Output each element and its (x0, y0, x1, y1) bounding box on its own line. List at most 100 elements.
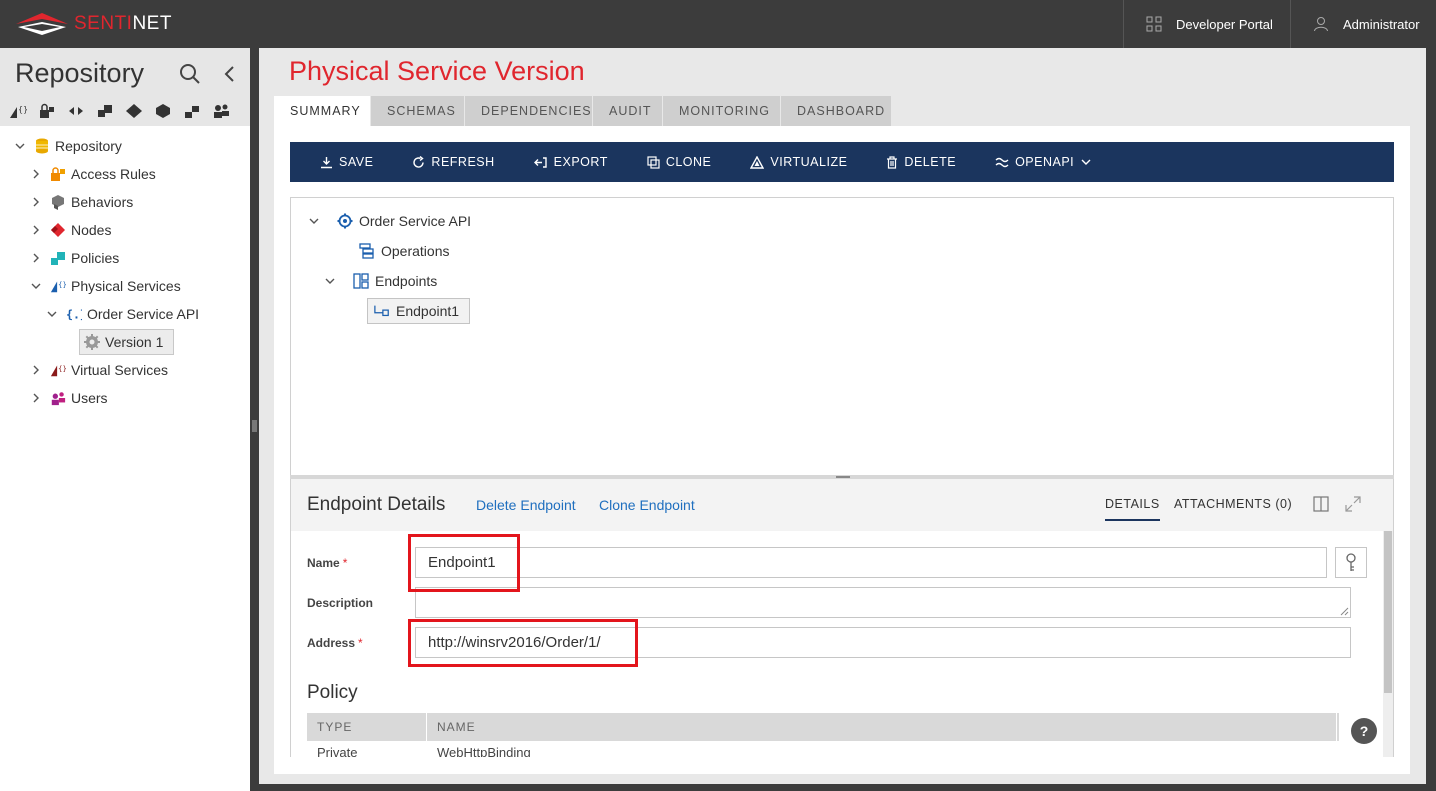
tree-item-label: Version 1 (105, 334, 164, 350)
description-field[interactable] (415, 587, 1351, 618)
refresh-button[interactable]: REFRESH (412, 155, 494, 169)
delete-button[interactable]: DELETE (886, 155, 956, 169)
tree-item-physical-services[interactable]: {} Physical Services (28, 274, 181, 298)
svg-text:{.}: {.} (66, 307, 82, 321)
description-label: Description (307, 596, 374, 610)
tree-item-label: Repository (55, 138, 122, 154)
save-button[interactable]: SAVE (320, 155, 373, 169)
clone-button[interactable]: CLONE (647, 155, 712, 169)
tree-item-behaviors[interactable]: Behaviors (28, 190, 133, 214)
gear-icon (337, 213, 353, 229)
repository-sidebar: Repository {} Repository Access Rules (0, 48, 250, 791)
developer-portal-label: Developer Portal (1176, 16, 1273, 32)
grid-icon (1146, 16, 1162, 32)
physical-services-filter-icon[interactable]: {} (6, 101, 29, 121)
summary-content: SAVE REFRESH EXPORT CLONE VIRTUALIZE DEL… (274, 126, 1410, 774)
name-field[interactable]: Endpoint1 (415, 547, 1327, 578)
sentinet-logo[interactable]: SENTINET (14, 10, 172, 38)
tree-item-repository[interactable]: Repository (12, 134, 122, 158)
highlight-box-name (408, 534, 520, 592)
logo-text-net: NET (132, 13, 172, 34)
collapse-sidebar-icon[interactable] (222, 62, 238, 86)
policy-row[interactable]: Private WebHttpBinding (307, 745, 531, 757)
split-view-icon[interactable] (1313, 496, 1329, 512)
tab-monitoring[interactable]: MONITORING (663, 96, 781, 126)
content-tree-label: Order Service API (359, 213, 472, 229)
chevron-right-icon[interactable] (28, 253, 44, 263)
virtual-services-filter-icon[interactable] (151, 101, 174, 121)
highlight-box-address (408, 619, 638, 667)
chevron-down-icon[interactable] (12, 143, 28, 149)
chevron-right-icon[interactable] (28, 393, 44, 403)
behaviors-filter-icon[interactable] (64, 101, 87, 121)
virtualize-button[interactable]: VIRTUALIZE (750, 155, 847, 169)
delete-label: DELETE (904, 155, 957, 169)
content-tree-endpoint1[interactable]: Endpoint1 (367, 298, 471, 324)
sidebar-header: Repository {} (0, 48, 250, 126)
column-header-type[interactable]: TYPE (307, 713, 427, 741)
expand-icon[interactable] (1345, 496, 1361, 512)
developer-portal-link[interactable]: Developer Portal (1146, 0, 1273, 48)
endpoints-filter-icon[interactable] (180, 101, 203, 121)
tab-summary[interactable]: SUMMARY (274, 96, 371, 126)
help-button[interactable]: ? (1351, 718, 1377, 744)
sidebar-title: Repository (15, 58, 145, 88)
resize-corner-icon[interactable] (1339, 606, 1349, 616)
tab-dashboard[interactable]: DASHBOARD (781, 96, 892, 126)
tree-item-label: Virtual Services (71, 362, 169, 378)
top-bar: SENTINET Developer Portal Administrator (0, 0, 1436, 48)
column-header-name[interactable]: NAME (427, 713, 1337, 741)
svg-text:{}: {} (18, 105, 27, 114)
chevron-right-icon[interactable] (28, 169, 44, 179)
splitter-grip[interactable] (252, 420, 257, 432)
chevron-down-icon[interactable] (323, 278, 337, 284)
tree-item-order-service-api[interactable]: {.} Order Service API (44, 302, 199, 326)
openapi-label: OPENAPI (1015, 155, 1075, 169)
tree-item-access-rules[interactable]: Access Rules (28, 162, 156, 186)
details-scrollbar[interactable] (1383, 531, 1393, 757)
key-icon (1346, 552, 1356, 571)
details-header: Endpoint Details Delete Endpoint Clone E… (291, 479, 1393, 531)
chevron-right-icon[interactable] (28, 225, 44, 235)
openapi-dropdown[interactable]: OPENAPI (995, 155, 1097, 169)
delete-endpoint-link[interactable]: Delete Endpoint (476, 497, 576, 513)
tab-attachments[interactable]: ATTACHMENTS (0) (1174, 497, 1292, 511)
clone-icon (647, 155, 660, 169)
user-menu[interactable]: Administrator (1313, 0, 1420, 48)
approx-icon (995, 157, 1009, 168)
tab-dependencies[interactable]: DEPENDENCIES (465, 96, 593, 126)
policies-icon (50, 250, 66, 266)
tree-item-policies[interactable]: Policies (28, 246, 119, 270)
tree-item-virtual-services[interactable]: {} Virtual Services (28, 358, 168, 382)
users-filter-icon[interactable] (209, 101, 232, 121)
chevron-down-icon (1081, 159, 1091, 165)
tree-item-label: Behaviors (71, 194, 134, 210)
chevron-down-icon[interactable] (44, 311, 60, 317)
tree-item-users[interactable]: Users (28, 386, 108, 410)
refresh-icon (413, 155, 425, 168)
key-button[interactable] (1335, 547, 1367, 578)
policies-filter-icon[interactable] (122, 101, 145, 121)
chevron-right-icon[interactable] (28, 365, 44, 375)
search-icon[interactable] (178, 62, 202, 86)
scrollbar-thumb[interactable] (1384, 531, 1392, 693)
chevron-right-icon[interactable] (28, 197, 44, 207)
tab-audit[interactable]: AUDIT (593, 96, 663, 126)
export-button[interactable]: EXPORT (533, 155, 608, 169)
content-tree-order-service-api[interactable]: Order Service API (307, 209, 471, 233)
nodes-filter-icon[interactable] (93, 101, 116, 121)
access-rules-filter-icon[interactable] (35, 101, 58, 121)
clone-endpoint-link[interactable]: Clone Endpoint (599, 497, 695, 513)
endpoint-icon (374, 304, 390, 318)
tree-item-version-1[interactable]: Version 1 (79, 329, 175, 355)
chevron-down-icon[interactable] (28, 283, 44, 289)
chevron-down-icon[interactable] (307, 218, 321, 224)
content-tree-operations[interactable]: Operations (359, 239, 449, 263)
tab-details[interactable]: DETAILS (1105, 497, 1160, 521)
sidebar-splitter[interactable] (250, 48, 259, 791)
content-tree-label: Operations (381, 243, 450, 259)
content-tree-endpoints[interactable]: Endpoints (323, 269, 437, 293)
tab-schemas[interactable]: SCHEMAS (371, 96, 465, 126)
resize-grip[interactable] (836, 476, 850, 478)
tree-item-nodes[interactable]: Nodes (28, 218, 111, 242)
